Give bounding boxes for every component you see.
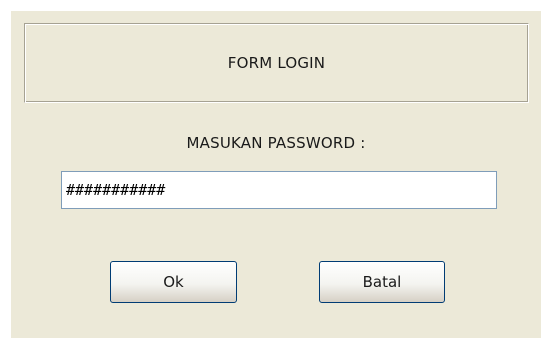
ok-button[interactable]: Ok [110,261,237,303]
form-title: FORM LOGIN [227,54,326,72]
password-input[interactable] [61,171,497,209]
login-dialog: FORM LOGIN MASUKAN PASSWORD : Ok Batal [11,11,541,338]
password-prompt-label: MASUKAN PASSWORD : [186,134,366,152]
header-panel: FORM LOGIN [24,23,529,103]
cancel-button[interactable]: Batal [319,261,445,303]
